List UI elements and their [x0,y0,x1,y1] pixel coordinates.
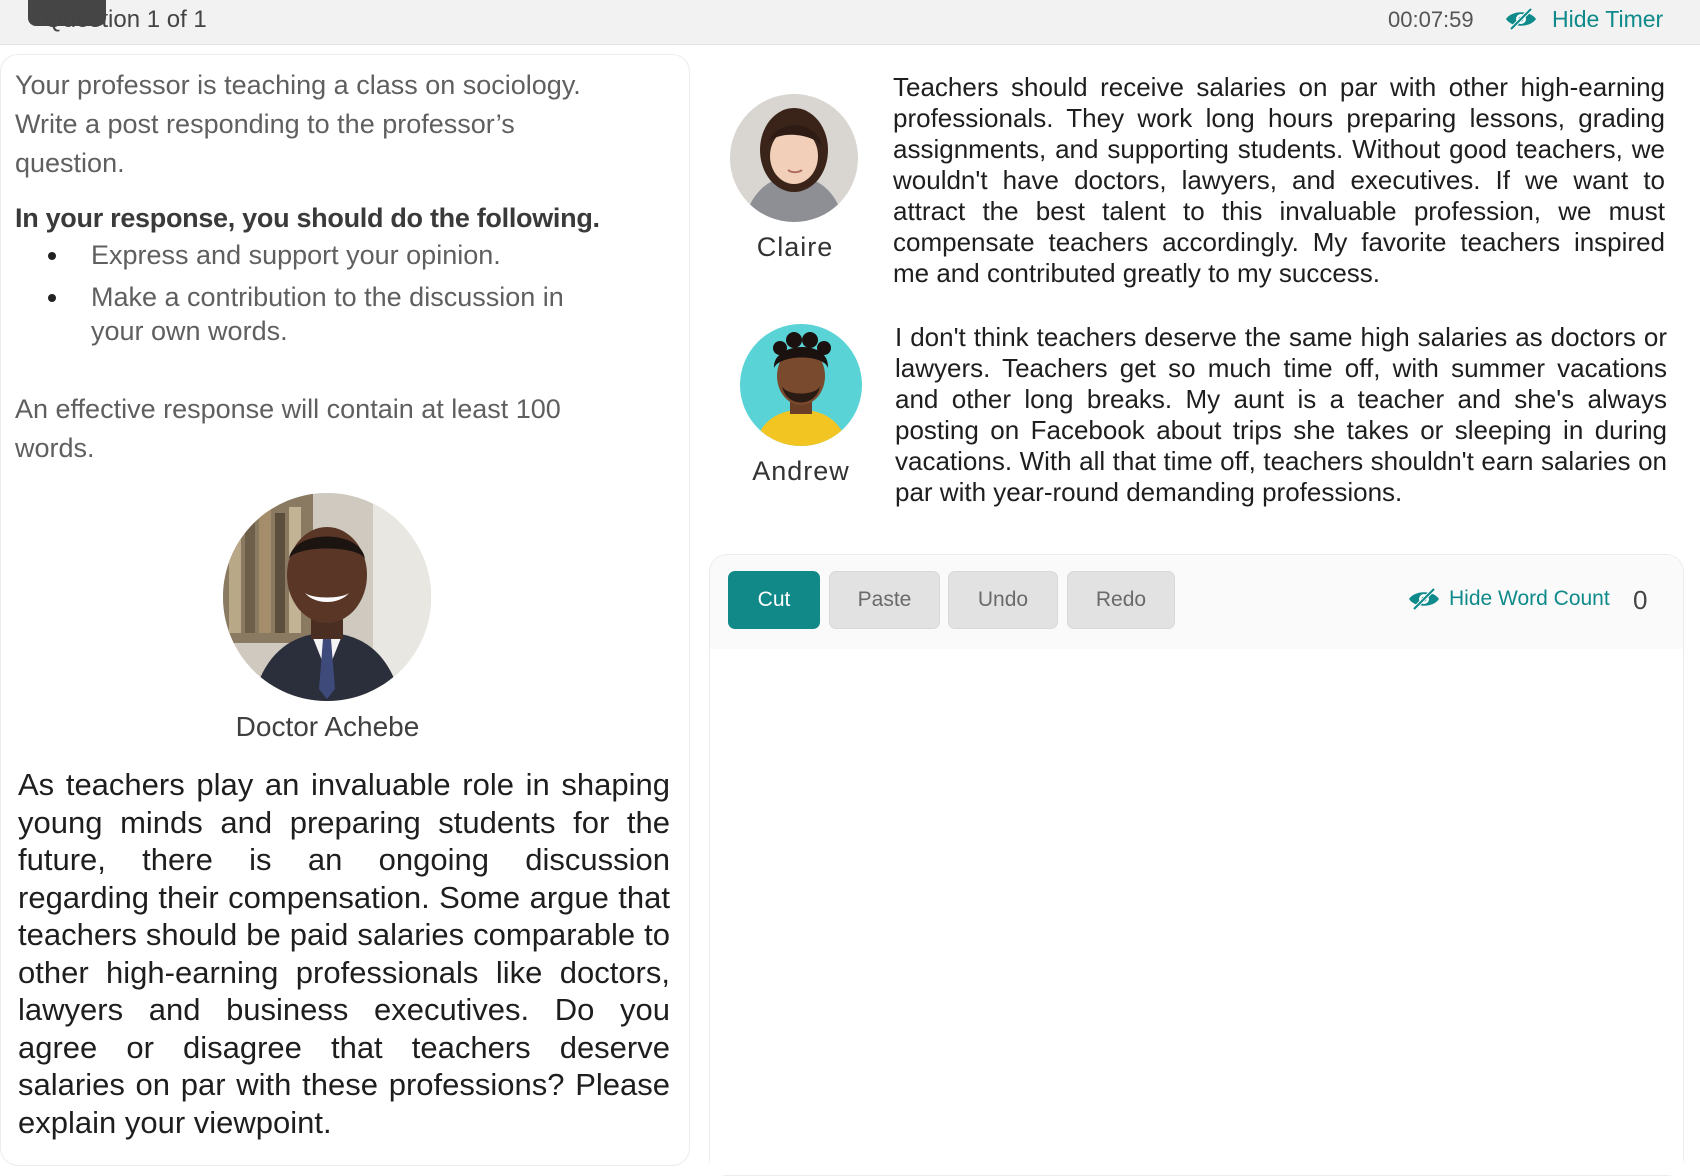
redo-button[interactable]: Redo [1067,571,1175,629]
question-counter: Question 1 of 1 [44,6,207,33]
eye-slash-icon [1409,587,1439,611]
andrew-post-text: I don't think teachers deserve the same … [895,322,1667,507]
claire-name: Claire [756,232,834,262]
list-item-text: Express and support your opinion. [91,240,501,270]
instructions-list: Express and support your opinion. Make a… [15,238,615,356]
instructions-heading: In your response, you should do the foll… [15,203,600,233]
claire-post-text: Teachers should receive salaries on par … [893,72,1665,288]
undo-button[interactable]: Undo [948,571,1058,629]
paste-button[interactable]: Paste [829,571,940,629]
professor-avatar [223,493,431,701]
andrew-name: Andrew [752,456,850,486]
editor-toolbar: Cut Paste Undo Redo Hide Word Count 0 [710,555,1683,649]
top-bar: Question 1 of 1 00:07:59 Hide Timer [0,0,1700,45]
hide-word-count-label: Hide Word Count [1449,587,1610,610]
professor-question: As teachers play an invaluable role in s… [18,767,670,1140]
professor-name: Doctor Achebe [235,711,420,742]
timer-display: 00:07:59 [1388,7,1474,32]
claire-avatar [730,94,858,222]
hide-timer-label: Hide Timer [1552,5,1664,32]
list-item: Express and support your opinion. [15,238,615,272]
response-textarea[interactable] [710,649,1683,1175]
andrew-avatar [740,324,862,446]
word-count-value: 0 [1633,585,1648,615]
list-item-text: Make a contribution to the discussion in… [91,282,564,346]
response-editor: Cut Paste Undo Redo Hide Word Count 0 [709,554,1684,1176]
hide-timer-button[interactable]: Hide Timer [1504,4,1663,34]
hide-word-count-button[interactable]: Hide Word Count [1407,587,1610,611]
word-requirement-note: An effective response will contain at le… [15,394,561,463]
bullet-dot-icon [48,252,56,260]
eye-slash-icon [1506,7,1536,31]
cut-button[interactable]: Cut [728,571,820,629]
task-instructions: Your professor is teaching a class on so… [15,70,581,178]
list-item: Make a contribution to the discussion in… [15,280,615,348]
bullet-dot-icon [48,294,56,302]
